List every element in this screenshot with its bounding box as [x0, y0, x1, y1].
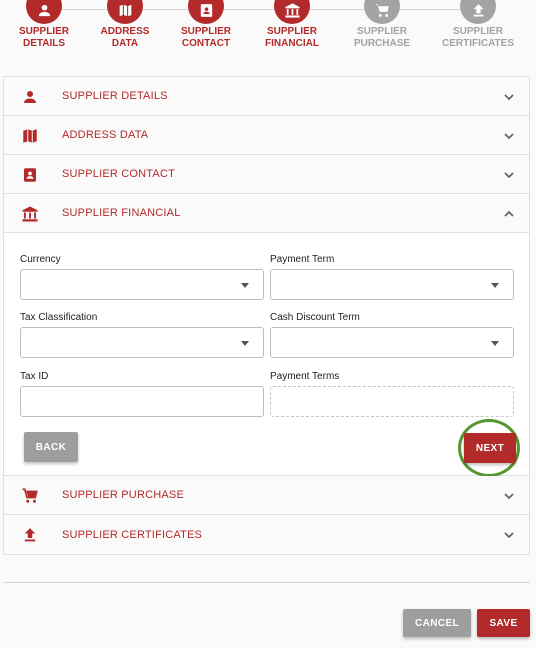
payment-term-label: Payment Term	[270, 254, 335, 265]
step-label-line2: PURCHASE	[353, 38, 411, 49]
step-supplier-details[interactable]: SUPPLIER DETAILS	[0, 0, 89, 50]
chevron-down-icon	[503, 168, 515, 180]
section-title: SUPPLIER PURCHASE	[62, 489, 184, 501]
financial-section-body: Currency Payment Term Tax Classification…	[4, 233, 529, 477]
step-label-line1: SUPPLIER	[356, 26, 407, 37]
cash-discount-term-select[interactable]	[270, 327, 514, 358]
step-supplier-certificates[interactable]: SUPPLIER CERTIFICATES	[433, 0, 523, 50]
step-supplier-contact[interactable]: SUPPLIER CONTACT	[161, 0, 251, 50]
step-label-line2: FINANCIAL	[265, 38, 319, 49]
chevron-down-icon	[503, 129, 515, 141]
dropdown-arrow-icon	[241, 341, 249, 346]
cart-icon	[374, 3, 389, 17]
next-button[interactable]: NEXT	[464, 433, 516, 463]
save-button[interactable]: SAVE	[477, 609, 530, 637]
section-header-supplier-details[interactable]: SUPPLIER DETAILS	[4, 77, 529, 116]
tax-classification-label: Tax Classification	[20, 312, 98, 323]
step-label-line1: ADDRESS	[100, 26, 150, 37]
step-circle	[364, 0, 400, 24]
contact-card-icon	[21, 166, 39, 184]
step-circle	[188, 0, 224, 24]
section-title: ADDRESS DATA	[62, 129, 149, 141]
dropdown-arrow-icon	[491, 283, 499, 288]
step-label-line2: CONTACT	[181, 38, 231, 49]
section-title: SUPPLIER FINANCIAL	[62, 207, 181, 219]
step-label-line2: DETAILS	[22, 38, 66, 49]
payment-terms-input[interactable]	[270, 386, 514, 417]
bank-icon	[21, 205, 39, 223]
map-icon	[21, 127, 39, 145]
chevron-down-icon	[503, 489, 515, 501]
cancel-button[interactable]: CANCEL	[403, 609, 471, 637]
back-button[interactable]: BACK	[24, 432, 78, 462]
step-label-line1: SUPPLIER	[452, 26, 503, 37]
step-address-data[interactable]: ADDRESS DATA	[80, 0, 170, 50]
chevron-down-icon	[503, 90, 515, 102]
dropdown-arrow-icon	[241, 283, 249, 288]
section-title: SUPPLIER DETAILS	[62, 90, 168, 102]
cash-discount-term-label: Cash Discount Term	[270, 312, 360, 323]
step-label-line1: SUPPLIER	[266, 26, 317, 37]
section-header-address-data[interactable]: ADDRESS DATA	[4, 116, 529, 155]
step-circle	[26, 0, 62, 24]
upload-icon	[21, 526, 39, 544]
stepper: SUPPLIER DETAILS ADDRESS DATA SUPPLIER CONT…	[0, 0, 536, 70]
contact-card-icon	[200, 3, 212, 17]
step-circle	[460, 0, 496, 24]
step-supplier-financial[interactable]: SUPPLIER FINANCIAL	[247, 0, 337, 50]
bank-icon	[284, 2, 300, 18]
payment-term-select[interactable]	[270, 269, 514, 300]
tax-classification-select[interactable]	[20, 327, 264, 358]
payment-terms-label: Payment Terms	[270, 371, 340, 382]
step-label-line1: SUPPLIER	[180, 26, 231, 37]
currency-select[interactable]	[20, 269, 264, 300]
person-icon	[21, 88, 39, 106]
section-header-supplier-financial[interactable]: SUPPLIER FINANCIAL	[4, 194, 529, 233]
person-icon	[38, 4, 50, 16]
step-circle	[107, 0, 143, 24]
tax-id-label: Tax ID	[20, 371, 49, 382]
currency-label: Currency	[20, 254, 61, 265]
step-label-line2: DATA	[111, 38, 139, 49]
step-label-line1: SUPPLIER	[18, 26, 69, 37]
upload-icon	[473, 3, 483, 17]
section-header-supplier-certificates[interactable]: SUPPLIER CERTIFICATES	[4, 515, 529, 554]
chevron-up-icon	[503, 207, 515, 219]
footer-divider	[3, 582, 530, 583]
tax-id-input[interactable]	[20, 386, 264, 417]
chevron-down-icon	[503, 528, 515, 540]
section-header-supplier-contact[interactable]: SUPPLIER CONTACT	[4, 155, 529, 194]
map-icon	[118, 2, 132, 18]
section-title: SUPPLIER CONTACT	[62, 168, 176, 180]
section-header-supplier-purchase[interactable]: SUPPLIER PURCHASE	[4, 476, 529, 515]
supplier-accordion: SUPPLIER DETAILS ADDRESS DATA SUPPLIER C…	[3, 76, 530, 555]
step-circle	[274, 0, 310, 24]
cart-icon	[21, 487, 39, 505]
step-supplier-purchase[interactable]: SUPPLIER PURCHASE	[337, 0, 427, 50]
step-label-line2: CERTIFICATES	[441, 38, 515, 49]
dropdown-arrow-icon	[491, 341, 499, 346]
section-title: SUPPLIER CERTIFICATES	[62, 528, 203, 541]
